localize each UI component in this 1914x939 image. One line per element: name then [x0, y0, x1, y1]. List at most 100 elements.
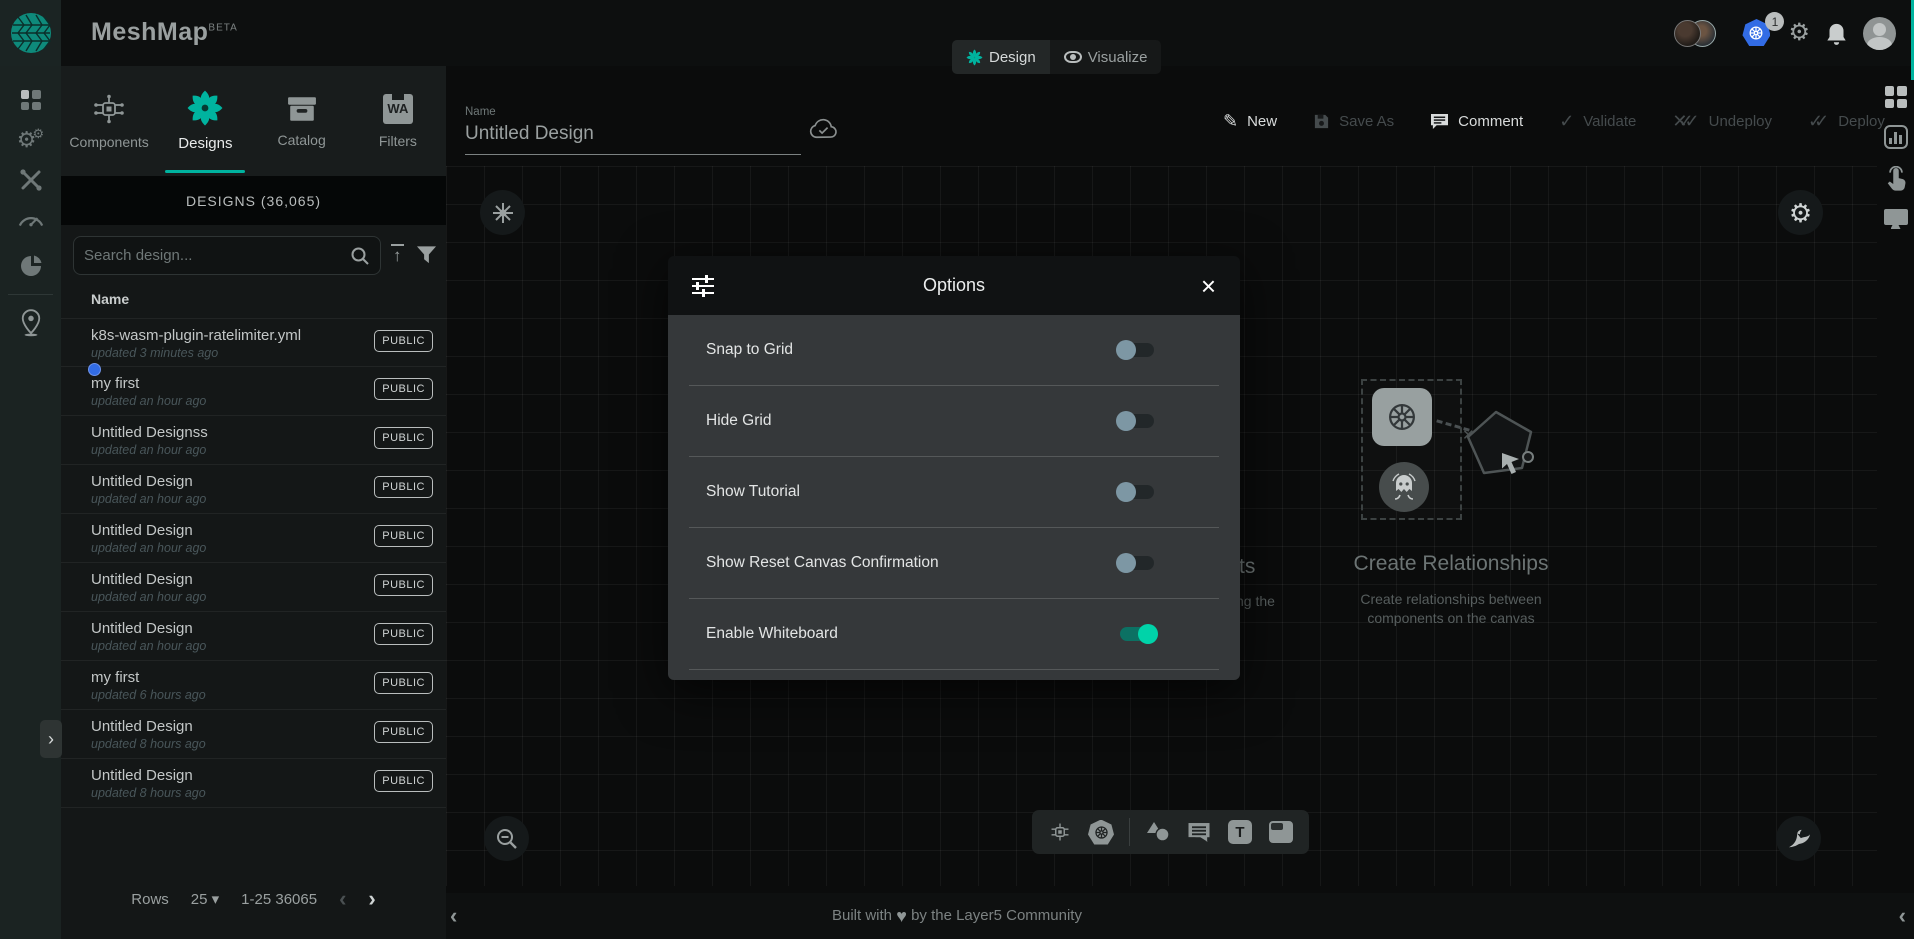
display-monitor-icon[interactable] [1884, 209, 1908, 225]
app-title: MeshMapBETA [91, 18, 238, 47]
filter-funnel-icon[interactable] [416, 245, 437, 270]
nav-dashboard-icon[interactable] [0, 80, 61, 120]
design-row[interactable]: Untitled Design updated an hour ago PUBL… [61, 563, 446, 612]
design-row[interactable]: Untitled Designss updated an hour ago PU… [61, 416, 446, 465]
designs-count-title: DESIGNS (36,065) [61, 176, 446, 225]
canvas-settings-button[interactable]: ⚙ [1778, 190, 1823, 235]
search-icon[interactable] [350, 246, 370, 266]
enable-whiteboard-toggle[interactable] [1120, 627, 1154, 641]
canvas-dock: T [1032, 810, 1309, 854]
public-badge: PUBLIC [374, 623, 433, 645]
tab-filters[interactable]: WA Filters [350, 66, 446, 176]
eye-icon [1064, 51, 1082, 63]
search-box [73, 236, 381, 275]
built-with-label: Built with ♥ by the Layer5 Community [446, 906, 1468, 927]
undeploy-button[interactable]: ✕✓✓Undeploy [1672, 112, 1772, 130]
tab-catalog[interactable]: Catalog [254, 66, 350, 176]
collaborator-avatar-1[interactable] [1674, 20, 1701, 47]
dock-comment-icon[interactable] [1186, 819, 1212, 845]
components-circuit-icon [92, 93, 126, 125]
public-badge: PUBLIC [374, 574, 433, 596]
dock-media-icon[interactable] [1268, 819, 1294, 845]
option-enable-whiteboard: Enable Whiteboard [689, 599, 1219, 670]
magnifier-minus-icon [496, 828, 518, 850]
design-row[interactable]: Untitled Design updated 8 hours ago PUBL… [61, 759, 446, 808]
pagination-bar: Rows 25 ▾ 1-25 36065 ‹ › [61, 886, 446, 912]
save-as-button[interactable]: Save As [1313, 113, 1394, 130]
close-icon[interactable]: × [1201, 273, 1216, 299]
dove-icon [1787, 828, 1811, 850]
design-row[interactable]: my first updated 6 hours ago PUBLIC [61, 661, 446, 710]
show-tutorial-toggle[interactable] [1120, 485, 1154, 499]
modal-header: Options × [668, 256, 1240, 315]
designs-panel: Components Designs Catalog WA Filters DE… [61, 66, 446, 939]
settings-gear-icon[interactable]: ⚙ [1788, 21, 1810, 45]
notifications-bell-icon[interactable] [1826, 22, 1847, 45]
occluded-card-title-fragment: ts [1239, 555, 1255, 579]
tab-designs[interactable]: Designs [157, 66, 253, 176]
design-row[interactable]: Untitled Design updated an hour ago PUBL… [61, 514, 446, 563]
dock-divider [1129, 818, 1130, 846]
meshsync-button[interactable] [480, 190, 525, 235]
design-row[interactable]: Untitled Design updated 8 hours ago PUBL… [61, 710, 446, 759]
collapse-right-chevron[interactable]: ‹ [1899, 903, 1906, 929]
analytics-chart-icon[interactable] [1884, 125, 1908, 149]
tab-design[interactable]: Design [952, 40, 1050, 74]
design-name-field: Name Untitled Design [465, 106, 801, 155]
design-row[interactable]: k8s-wasm-plugin-ratelimiter.yml updated … [61, 318, 446, 367]
cloud-saved-icon [808, 118, 838, 140]
meshery-squid-icon [1379, 462, 1429, 512]
onboarding-illustration-box [1361, 379, 1462, 520]
interaction-touch-icon[interactable] [1885, 166, 1907, 192]
deploy-button[interactable]: ✓✓Deploy [1808, 112, 1885, 130]
dock-text-icon[interactable]: T [1227, 819, 1253, 845]
public-badge: PUBLIC [374, 672, 433, 694]
user-avatar[interactable] [1863, 17, 1896, 50]
hide-grid-toggle[interactable] [1120, 414, 1154, 428]
meshery-logo[interactable] [0, 0, 61, 66]
option-show-reset-confirmation: Show Reset Canvas Confirmation [689, 528, 1219, 599]
upload-design-icon[interactable]: ↑ [391, 244, 404, 266]
next-page-button[interactable]: › [368, 886, 375, 912]
tab-components[interactable]: Components [61, 66, 157, 176]
design-row[interactable]: Untitled Design updated an hour ago PUBL… [61, 465, 446, 514]
nav-performance-icon[interactable] [0, 200, 61, 240]
dock-kubernetes-icon[interactable] [1088, 819, 1114, 845]
wasm-filters-icon: WA [383, 94, 413, 124]
top-header: MeshMapBETA Design Visualize 1 ⚙ [0, 0, 1914, 66]
nav-lifecycle-icon[interactable]: ⚙⚙ [0, 120, 61, 160]
new-button[interactable]: ✎New [1223, 112, 1277, 130]
public-badge: PUBLIC [374, 476, 433, 498]
double-check-icon: ✓✓ [1808, 112, 1829, 130]
prev-page-button[interactable]: ‹ [339, 886, 346, 912]
nav-meshmap-pin-icon[interactable] [0, 303, 61, 343]
design-row[interactable]: my first updated an hour ago PUBLIC [61, 367, 446, 416]
tab-visualize[interactable]: Visualize [1050, 40, 1162, 74]
design-row[interactable]: Untitled Design updated an hour ago PUBL… [61, 612, 446, 661]
nav-extensions-icon[interactable] [0, 246, 61, 286]
canvas-actions-toolbar: ✎New Save As Comment ✓Validate ✕✓✓Undepl… [1223, 112, 1885, 130]
rows-label: Rows [131, 891, 169, 908]
dock-shapes-icon[interactable] [1145, 819, 1171, 845]
show-reset-canvas-confirmation-toggle[interactable] [1120, 556, 1154, 570]
caret-down-icon: ▾ [212, 891, 220, 908]
dove-button[interactable] [1776, 816, 1821, 861]
zoom-out-button[interactable] [484, 816, 529, 861]
kubernetes-context-button[interactable]: 1 [1742, 19, 1772, 47]
comment-button[interactable]: Comment [1430, 113, 1523, 130]
modal-body: Snap to Grid Hide Grid Show Tutorial Sho… [668, 315, 1240, 680]
panel-expander-chevron[interactable]: › [40, 720, 62, 758]
option-hide-grid: Hide Grid [689, 386, 1219, 457]
public-badge: PUBLIC [374, 770, 433, 792]
dock-components-icon[interactable] [1047, 819, 1073, 845]
snap-to-grid-toggle[interactable] [1120, 343, 1154, 357]
pencil-icon: ✎ [1223, 112, 1238, 130]
mesh-logo-icon [10, 12, 52, 54]
kubernetes-node-icon [1372, 388, 1432, 446]
nav-configuration-icon[interactable] [0, 160, 61, 200]
views-grid-icon[interactable] [1885, 86, 1907, 108]
search-input[interactable] [84, 247, 350, 264]
rows-per-page-select[interactable]: 25 ▾ [191, 890, 219, 908]
validate-button[interactable]: ✓Validate [1559, 112, 1636, 130]
design-name-input[interactable]: Untitled Design [465, 123, 801, 155]
